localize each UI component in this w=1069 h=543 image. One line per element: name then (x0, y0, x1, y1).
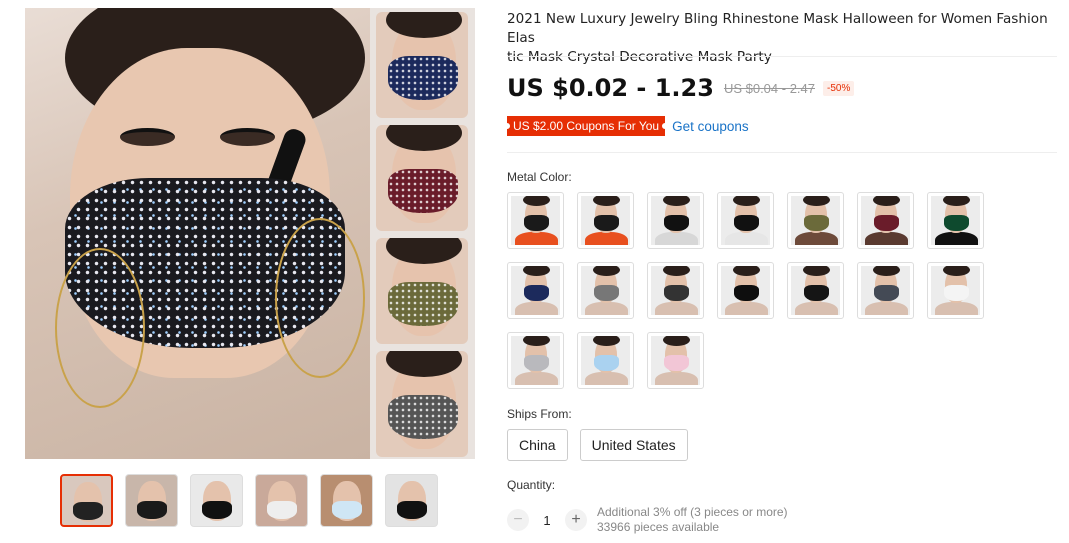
color-swatch[interactable] (857, 262, 914, 319)
pieces-available-text: 33966 pieces available (597, 520, 720, 534)
thumbnail-image[interactable] (190, 474, 243, 527)
color-swatch[interactable] (717, 192, 774, 249)
quantity-stepper: − 1 + Additional 3% off (3 pieces or mor… (507, 505, 788, 535)
thumbnail-image[interactable] (125, 474, 178, 527)
ships-from-label: Ships From: (507, 407, 572, 421)
discount-badge: -50% (823, 80, 855, 96)
color-swatch[interactable] (507, 192, 564, 249)
coupon-row: US $2.00 Coupons For You Get coupons (503, 116, 749, 136)
product-title-line: 2021 New Luxury Jewelry Bling Rhinestone… (507, 11, 1048, 46)
current-price: US $0.02 - 1.23 (507, 74, 714, 102)
ships-from-options: China United States (507, 429, 688, 461)
product-title-line: tic Mask Crystal Decorative Mask Party (507, 49, 772, 65)
hero-model-image (25, 8, 370, 459)
color-swatch[interactable] (787, 262, 844, 319)
color-swatch[interactable] (577, 262, 634, 319)
thumbnail-image[interactable] (320, 474, 373, 527)
variant-preview-image (376, 238, 468, 344)
color-swatch[interactable] (717, 262, 774, 319)
color-swatch[interactable] (577, 192, 634, 249)
metal-color-label: Metal Color: (507, 170, 572, 184)
color-swatch[interactable] (927, 262, 984, 319)
main-product-image[interactable] (25, 8, 475, 459)
color-swatch[interactable] (507, 262, 564, 319)
hoop-earring-right (275, 218, 365, 378)
quantity-label: Quantity: (507, 478, 556, 492)
color-swatch[interactable] (647, 332, 704, 389)
thumbnail-image[interactable] (60, 474, 113, 527)
divider (507, 56, 1057, 57)
quantity-value[interactable]: 1 (529, 513, 565, 528)
thumbnail-gallery (60, 474, 438, 527)
variant-preview-image (376, 125, 468, 231)
get-coupons-link[interactable]: Get coupons (672, 119, 749, 134)
model-eye-left (120, 128, 175, 146)
ship-option-china[interactable]: China (507, 429, 568, 461)
price-row: US $0.02 - 1.23 US $0.04 - 2.47 -50% (507, 74, 855, 102)
quantity-info: Additional 3% off (3 pieces or more) 339… (597, 505, 788, 535)
quantity-decrease-button[interactable]: − (507, 509, 529, 531)
variant-preview-image (376, 351, 468, 457)
model-eye-right (220, 128, 275, 146)
color-swatch[interactable] (927, 192, 984, 249)
color-swatch[interactable] (647, 262, 704, 319)
thumbnail-image[interactable] (255, 474, 308, 527)
color-variants-strip (370, 8, 475, 459)
hoop-earring-left (55, 248, 145, 408)
quantity-increase-button[interactable]: + (565, 509, 587, 531)
coupon-badge[interactable]: US $2.00 Coupons For You (503, 116, 669, 136)
color-swatch[interactable] (787, 192, 844, 249)
color-swatch[interactable] (857, 192, 914, 249)
color-swatch[interactable] (647, 192, 704, 249)
thumbnail-image[interactable] (385, 474, 438, 527)
bulk-discount-text: Additional 3% off (3 pieces or more) (597, 505, 788, 519)
product-title: 2021 New Luxury Jewelry Bling Rhinestone… (507, 10, 1057, 67)
ship-option-united-states[interactable]: United States (579, 429, 688, 461)
color-swatch[interactable] (577, 332, 634, 389)
color-swatches (507, 192, 997, 389)
original-price: US $0.04 - 2.47 (723, 80, 815, 96)
color-swatch[interactable] (507, 332, 564, 389)
variant-preview-image (376, 12, 468, 118)
divider (507, 152, 1057, 153)
